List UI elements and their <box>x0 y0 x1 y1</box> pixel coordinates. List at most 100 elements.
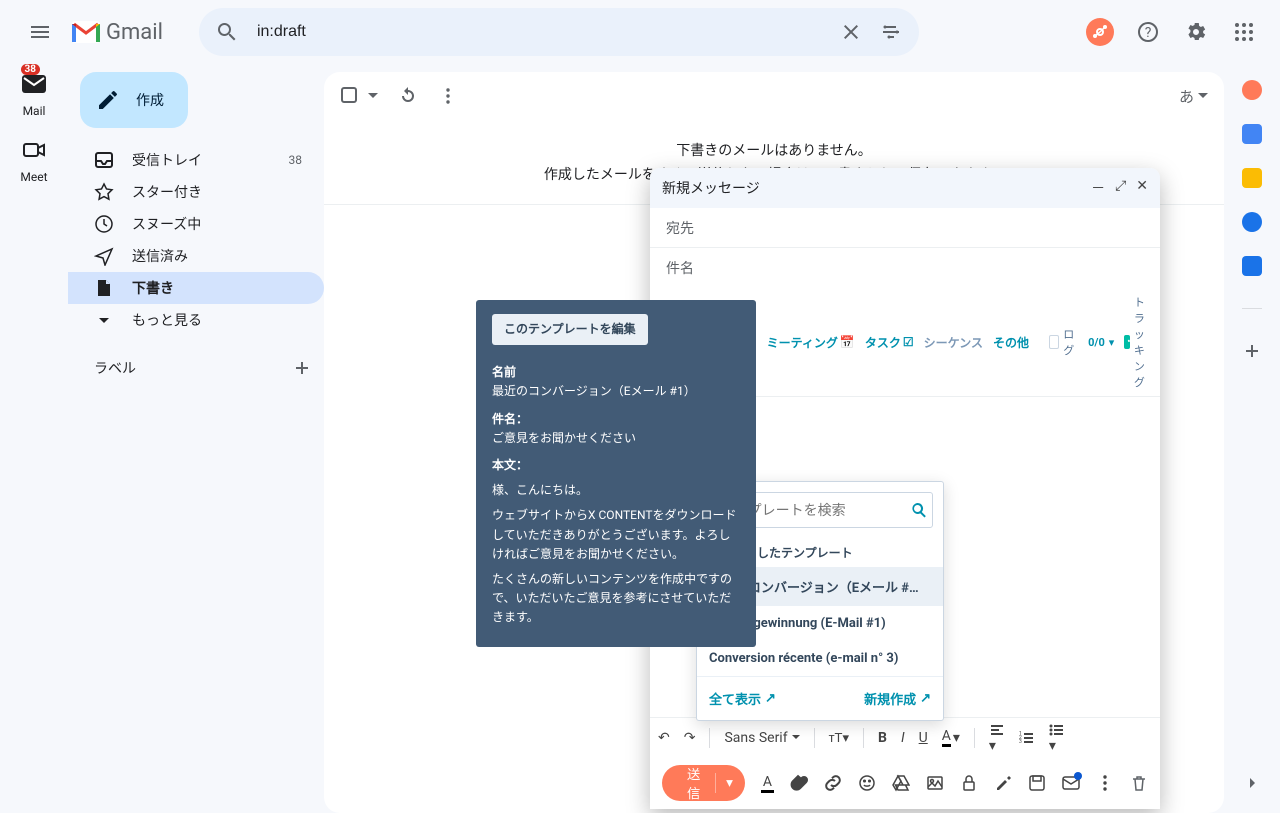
more-icon[interactable] <box>438 86 458 106</box>
italic-icon[interactable]: I <box>901 730 905 746</box>
gmail-logo-icon <box>72 21 100 43</box>
mail-badge: 38 <box>21 64 40 75</box>
refresh-icon[interactable] <box>398 86 418 106</box>
gmail-logo-text: Gmail <box>106 20 163 45</box>
more-options-icon[interactable] <box>1096 774 1114 792</box>
link-icon[interactable] <box>824 774 842 792</box>
ordered-list-icon[interactable]: 123 <box>1019 730 1035 746</box>
send-button[interactable]: 送信 ▾ <box>662 765 745 801</box>
template-preview-tooltip: このテンプレートを編集 名前 最近のコンバージョン（Eメール #1） 件名： ご… <box>476 300 756 647</box>
hs-sequences-button[interactable]: シーケンス <box>924 334 983 351</box>
sidebar-item-sent[interactable]: 送信済み <box>68 240 324 272</box>
support-icon[interactable]: ? <box>1128 12 1168 52</box>
subject-field[interactable]: 件名 <box>650 248 1160 288</box>
format-toggle-icon[interactable]: A <box>761 774 774 793</box>
align-icon[interactable]: ▾ <box>989 722 1005 754</box>
font-size-icon[interactable]: тT▾ <box>829 730 849 746</box>
compose-button[interactable]: 作成 <box>80 72 188 128</box>
select-all-checkbox[interactable] <box>340 86 360 106</box>
preview-body-p1: 様、こんにちは。 <box>492 481 740 500</box>
draft-icon <box>94 278 114 298</box>
rail-mail[interactable]: 38 Mail <box>18 68 50 118</box>
apps-icon[interactable] <box>1224 12 1264 52</box>
undo-icon[interactable]: ↶ <box>658 730 670 746</box>
emoji-icon[interactable] <box>858 774 876 792</box>
compose-action-bar: 送信 ▾ A <box>650 757 1160 809</box>
close-icon[interactable]: ✕ <box>1136 178 1148 198</box>
input-method-dropdown-icon[interactable] <box>1198 91 1208 101</box>
inbox-icon <box>94 150 114 170</box>
search-icon[interactable] <box>215 20 239 44</box>
tasks-addon-icon[interactable] <box>1242 212 1262 232</box>
send-icon <box>94 246 114 266</box>
underline-icon[interactable]: U <box>919 730 928 746</box>
sidebar-item-inbox[interactable]: 受信トレイ 38 <box>68 144 324 176</box>
main-area: あ 下書きのメールはありません。 作成したメールをすぐに送信しない場合は、下書き… <box>324 64 1280 813</box>
add-label-button[interactable] <box>292 358 312 378</box>
hs-savedraft-icon[interactable] <box>1028 774 1046 792</box>
contacts-addon-icon[interactable] <box>1242 256 1262 276</box>
hs-send-later-icon[interactable] <box>1062 776 1080 790</box>
select-dropdown-icon[interactable] <box>368 91 378 101</box>
hs-tracking-toggle[interactable]: トラッキング <box>1124 294 1153 390</box>
labels-heading: ラベル <box>68 352 324 384</box>
search-options-icon[interactable] <box>879 20 903 44</box>
hs-log-toggle[interactable]: ログ <box>1049 326 1078 358</box>
bold-icon[interactable]: B <box>878 730 887 746</box>
confidential-icon[interactable] <box>960 774 978 792</box>
template-create-new[interactable]: 新規作成 ↗ <box>864 689 931 708</box>
clear-search-icon[interactable] <box>839 20 863 44</box>
collapse-rail-icon[interactable] <box>1242 773 1262 793</box>
sidebar-item-drafts[interactable]: 下書き <box>68 272 324 304</box>
search-input[interactable] <box>255 22 823 42</box>
rail-mail-label: Mail <box>23 104 46 118</box>
hubspot-addon-icon[interactable] <box>1242 80 1262 100</box>
compose-header[interactable]: 新規メッセージ － ⤢ ✕ <box>650 168 1160 208</box>
get-addons-icon[interactable] <box>1242 341 1262 361</box>
minimize-icon[interactable]: － <box>1091 178 1105 198</box>
hs-assoc-count[interactable]: 0/0▾ <box>1088 336 1114 349</box>
calendar-addon-icon[interactable] <box>1242 124 1262 144</box>
preview-subject-label: 件名： <box>492 410 740 429</box>
text-color-icon[interactable]: A▾ <box>942 728 960 747</box>
main-menu-button[interactable] <box>16 8 64 56</box>
input-method-indicator[interactable]: あ <box>1179 86 1194 107</box>
drive-icon[interactable] <box>892 774 910 792</box>
sidebar-item-more[interactable]: もっと見る <box>68 304 324 336</box>
signature-icon[interactable] <box>994 774 1012 792</box>
font-select[interactable]: Sans Serif <box>724 730 799 746</box>
to-field[interactable]: 宛先 <box>650 208 1160 248</box>
rail-meet[interactable]: Meet <box>18 134 50 184</box>
calendar-icon: 📅 <box>840 335 855 349</box>
addons-rail <box>1224 64 1280 813</box>
attach-icon[interactable] <box>790 774 808 792</box>
discard-icon[interactable] <box>1130 774 1148 792</box>
preview-body-label: 本文： <box>492 456 740 475</box>
gmail-logo: Gmail <box>72 20 163 45</box>
search-icon[interactable] <box>911 502 927 518</box>
app-header: Gmail ? <box>0 0 1280 64</box>
settings-icon[interactable] <box>1176 12 1216 52</box>
hs-tasks-button[interactable]: タスク☑ <box>865 334 914 351</box>
bullet-list-icon[interactable]: ▾ <box>1049 722 1065 754</box>
hs-more-button[interactable]: その他 <box>993 334 1029 351</box>
keep-addon-icon[interactable] <box>1242 168 1262 188</box>
sidebar-item-snoozed[interactable]: スヌーズ中 <box>68 208 324 240</box>
sidebar-item-starred[interactable]: スター付き <box>68 176 324 208</box>
hs-meetings-button[interactable]: ミーティング📅 <box>767 334 855 351</box>
hubspot-indicator-icon[interactable] <box>1080 12 1120 52</box>
rail-meet-label: Meet <box>20 170 47 184</box>
redo-icon[interactable]: ↷ <box>684 730 696 746</box>
edit-template-button[interactable]: このテンプレートを編集 <box>492 314 648 345</box>
search-bar[interactable] <box>199 8 919 56</box>
template-view-all[interactable]: 全て表示 ↗ <box>709 689 776 708</box>
chevron-down-icon <box>94 310 114 330</box>
pencil-icon <box>96 88 120 112</box>
fullscreen-icon[interactable]: ⤢ <box>1115 178 1126 198</box>
preview-name-value: 最近のコンバージョン（Eメール #1） <box>492 382 740 401</box>
format-toolbar: ↶ ↷ Sans Serif тT▾ B I U A▾ ▾ 123 ▾ <box>650 717 1160 757</box>
send-dropdown-icon[interactable]: ▾ <box>726 775 733 791</box>
image-icon[interactable] <box>926 774 944 792</box>
preview-body-p3: たくさんの新しいコンテンツを作成中ですので、いただいたご意見を参考にさせていただ… <box>492 570 740 628</box>
list-toolbar: あ <box>324 72 1224 120</box>
